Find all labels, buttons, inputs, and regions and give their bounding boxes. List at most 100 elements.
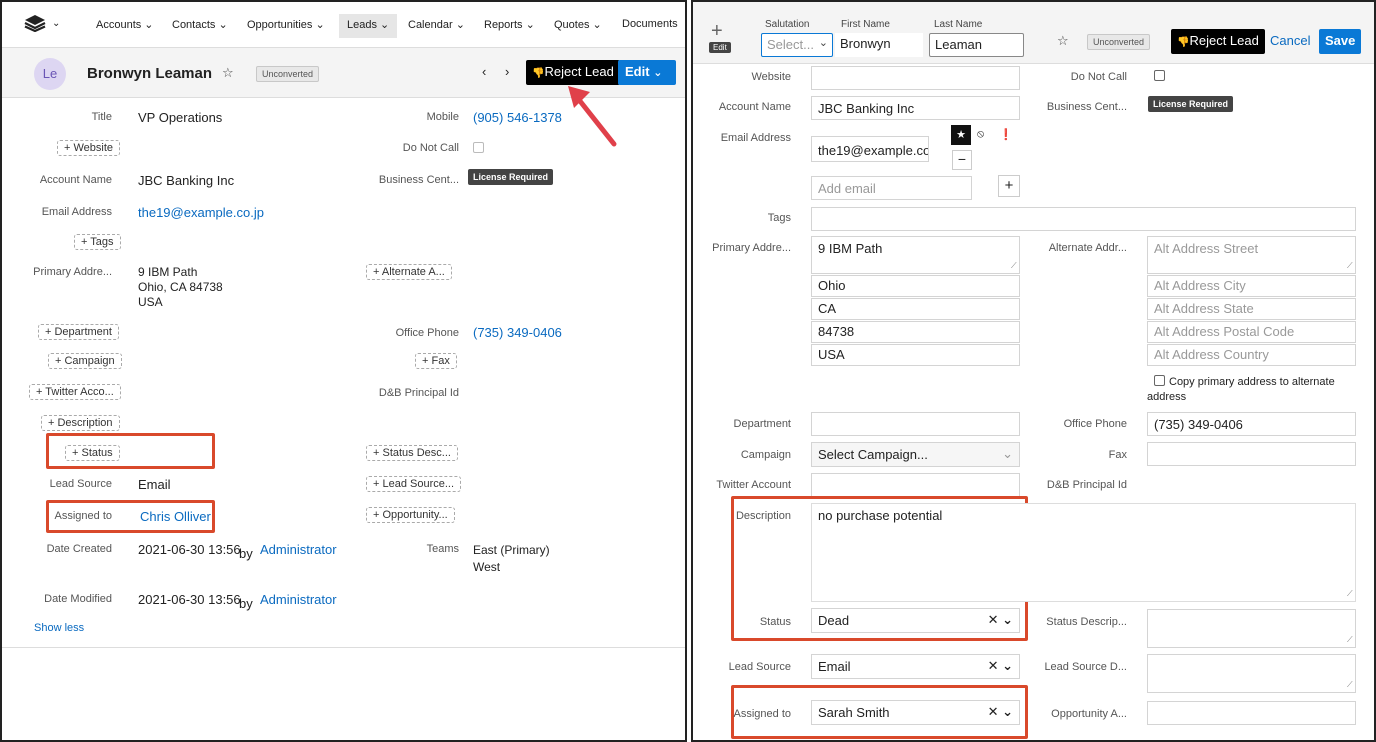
status-description-label: Status Descrip... [1046,616,1127,628]
website-input[interactable] [811,66,1020,90]
salutation-select[interactable]: Select... ⌄ [761,33,833,57]
add-website-button[interactable]: + Website [57,140,121,156]
add-fax-button[interactable]: + Fax [415,353,457,369]
chevron-down-icon[interactable]: ⌄ [52,18,60,29]
license-required-badge: License Required [1148,96,1234,112]
remove-email-icon[interactable]: − [952,150,972,170]
nav-item-accounts[interactable]: Accounts ⌄ [96,18,154,31]
twitter-label: Twitter Account [716,479,791,491]
lead-source-select[interactable]: Email ✕ ⌄ [811,654,1020,679]
stack-logo-icon[interactable] [24,14,46,35]
cancel-button[interactable]: Cancel [1270,33,1310,48]
nav-label: Quotes [554,19,590,31]
next-record-icon[interactable]: › [505,64,509,79]
email-value[interactable]: the19@example.co.jp [138,205,264,220]
show-less-link[interactable]: Show less [34,622,84,634]
fax-input[interactable] [1147,442,1356,466]
record-edit-panel: + Edit Salutation Select... ⌄ First Name … [691,0,1376,742]
do-not-call-label: Do Not Call [402,142,459,154]
alt-state-input[interactable]: Alt Address State [1147,298,1356,320]
clear-chevron-icon[interactable]: ✕ ⌄ [988,704,1013,720]
nav-item-opportunities[interactable]: Opportunities ⌄ [247,18,325,31]
do-not-call-checkbox[interactable] [1154,70,1165,81]
alt-street-input[interactable]: Alt Address Street [1147,236,1356,274]
nav-item-quotes[interactable]: Quotes ⌄ [554,18,602,31]
add-lead-source-button[interactable]: + Lead Source... [366,476,462,492]
add-department-button[interactable]: + Department [38,324,119,340]
add-email-input[interactable]: Add email [811,176,972,200]
created-by-value[interactable]: Administrator [260,542,337,557]
tags-input[interactable] [811,207,1356,231]
clear-chevron-icon[interactable]: ✕ ⌄ [988,612,1013,628]
assigned-to-select[interactable]: Sarah Smith ✕ ⌄ [811,700,1020,725]
nav-item-leads[interactable]: Leads ⌄ [339,14,398,38]
twitter-input[interactable] [811,473,1020,497]
salutation-label: Salutation [765,19,810,30]
postal-input[interactable]: 84738 [811,321,1020,343]
add-tags-button[interactable]: + Tags [74,234,121,250]
description-textarea[interactable]: no purchase potential [811,503,1356,602]
account-name-value: JBC Banking Inc [138,173,235,188]
plus-icon[interactable]: + [711,20,723,43]
opportunity-amount-input[interactable] [1147,701,1356,725]
last-name-label: Last Name [934,19,983,30]
opt-out-icon[interactable]: ⦸ [977,128,984,141]
nav-label: Leads [347,19,377,31]
team-primary: East (Primary) [473,543,550,557]
office-phone-input[interactable]: (735) 349-0406 [1147,412,1356,436]
status-description-textarea[interactable] [1147,609,1356,648]
primary-email-star-icon[interactable]: ★ [951,125,971,145]
account-name-input[interactable]: JBC Banking Inc [811,96,1020,120]
business-center-label: Business Cent... [1046,101,1127,113]
nav-item-documents[interactable]: Documents [622,18,678,30]
reject-lead-button[interactable]: 👎Reject Lead [1171,29,1265,54]
city-input[interactable]: Ohio [811,275,1020,297]
nav-item-reports[interactable]: Reports ⌄ [484,18,535,31]
street-input[interactable]: 9 IBM Path [811,236,1020,274]
first-name-input[interactable]: Bronwyn [835,33,923,57]
invalid-icon[interactable]: ❗ [999,128,1013,141]
nav-item-calendar[interactable]: Calendar ⌄ [408,18,465,31]
business-center-label: Business Cent... [378,174,459,186]
add-opportunity-button[interactable]: + Opportunity... [366,507,455,523]
add-alternate-address-button[interactable]: + Alternate A... [366,264,452,280]
status-label: Status [759,616,791,628]
add-twitter-button[interactable]: + Twitter Acco... [29,384,121,400]
prev-record-icon[interactable]: ‹ [482,64,486,79]
website-label: Website [751,71,791,83]
date-created-value: 2021-06-30 13:56 [138,542,241,557]
star-icon[interactable]: ☆ [1057,33,1069,49]
do-not-call-checkbox[interactable] [473,142,484,153]
account-name-label: Account Name [39,174,112,186]
add-campaign-button[interactable]: + Campaign [48,353,122,369]
alt-postal-input[interactable]: Alt Address Postal Code [1147,321,1356,343]
edit-button[interactable]: Edit ⌄ [618,60,676,85]
add-status-description-button[interactable]: + Status Desc... [366,445,458,461]
save-button[interactable]: Save [1319,29,1362,54]
email-input[interactable]: the19@example.co [811,136,929,162]
clear-chevron-icon[interactable]: ✕ ⌄ [988,658,1013,674]
alt-city-input[interactable]: Alt Address City [1147,275,1356,297]
star-icon[interactable]: ☆ [222,65,234,81]
assigned-to-label: Assigned to [733,708,791,720]
assigned-to-value[interactable]: Chris Olliver [140,509,211,524]
add-description-button[interactable]: + Description [41,415,120,431]
alt-country-input[interactable]: Alt Address Country [1147,344,1356,366]
nav-label: Documents [622,18,678,30]
date-modified-value: 2021-06-30 13:56 [138,592,241,607]
department-input[interactable] [811,412,1020,436]
nav-item-contacts[interactable]: Contacts ⌄ [172,18,228,31]
state-input[interactable]: CA [811,298,1020,320]
add-status-button[interactable]: + Status [65,445,120,461]
lead-source-label: Lead Source [728,661,791,673]
fax-label: Fax [1108,449,1127,461]
lead-source-description-textarea[interactable] [1147,654,1356,693]
office-phone-value[interactable]: (735) 349-0406 [473,325,562,340]
status-select[interactable]: Dead ✕ ⌄ [811,608,1020,633]
add-email-icon[interactable]: + [998,175,1020,197]
country-input[interactable]: USA [811,344,1020,366]
mobile-value[interactable]: (905) 546-1378 [473,110,562,125]
modified-by-value[interactable]: Administrator [260,592,337,607]
last-name-input[interactable]: Leaman [929,33,1024,57]
campaign-select[interactable]: Select Campaign... ⌄ [811,442,1020,467]
